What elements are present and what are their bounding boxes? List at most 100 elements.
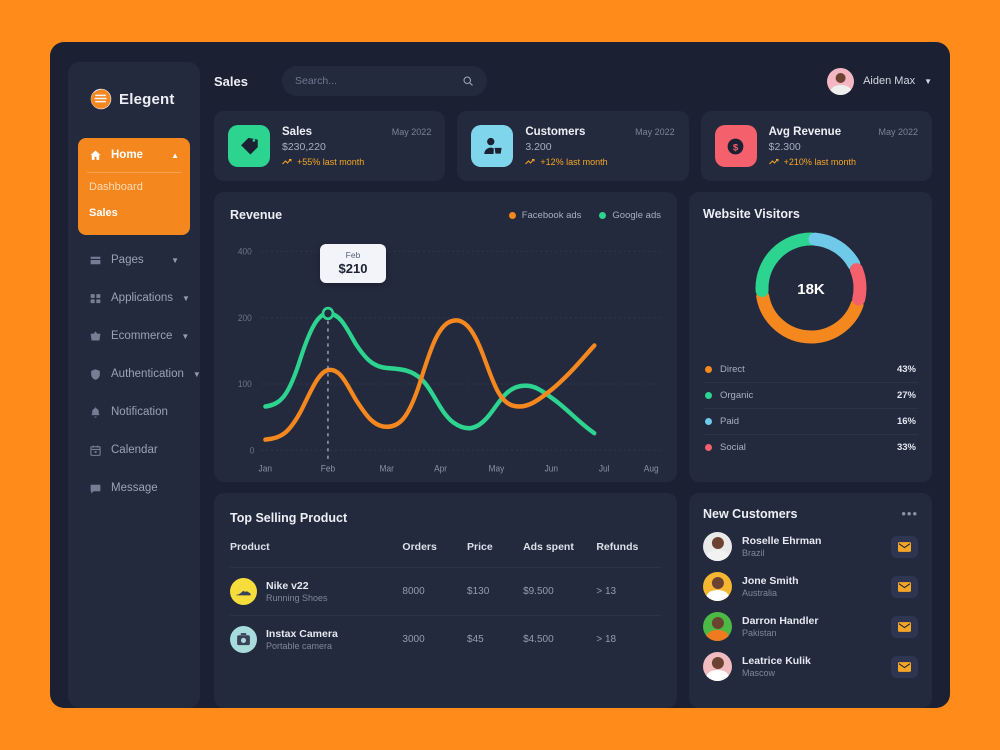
chart-tooltip-value: $210 — [338, 261, 368, 276]
stat-delta-sales: +55% last month — [282, 157, 431, 167]
visitors-label-social: Social — [720, 442, 746, 453]
page-title: Sales — [214, 73, 248, 89]
new-customers-header: New Customers ••• — [703, 507, 918, 521]
sidebar-item-label-authentication: Authentication — [111, 368, 184, 380]
sidebar-group-pages: Pages ▼ — [78, 243, 190, 277]
shoe-icon — [230, 578, 257, 605]
chart-hover-point — [321, 306, 335, 321]
mail-icon — [898, 581, 911, 592]
mail-button[interactable] — [891, 655, 918, 678]
visitors-dot-direct — [705, 366, 712, 373]
legend-item-facebook-ads[interactable]: Facebook ads — [508, 210, 581, 221]
list-item[interactable]: Roselle Ehrman Brazil — [703, 532, 918, 561]
sidebar-subitem-dashboard[interactable]: Dashboard — [87, 174, 181, 200]
list-item[interactable]: Leatrice Kulik Mascow — [703, 652, 918, 681]
avatar — [703, 652, 732, 681]
chevron-down-icon-authentication[interactable]: ▼ — [193, 370, 201, 379]
elegent-logo-icon — [90, 88, 112, 110]
user-menu[interactable]: Aiden Max ▼ — [827, 67, 932, 95]
top-selling-product-title: Top Selling Product — [230, 511, 348, 525]
revenue-header: Revenue Facebook ads Google ads — [230, 208, 661, 222]
bell-icon — [89, 406, 102, 419]
table-row[interactable]: Nike v22 Running Shoes 8000 $130 $9.500 … — [230, 567, 661, 616]
sidebar-item-pages[interactable]: Pages ▼ — [78, 243, 190, 277]
legend-item-google-ads[interactable]: Google ads — [599, 210, 661, 221]
mail-icon — [898, 541, 911, 552]
stat-card-sales[interactable]: Sales May 2022 $230,220 +55% last month — [214, 111, 446, 181]
website-visitors-title: Website Visitors — [703, 207, 800, 221]
mail-button[interactable] — [891, 535, 918, 558]
col-orders: Orders — [402, 541, 437, 553]
visitors-pct-organic: 27% — [896, 390, 916, 401]
xtick-may: May — [489, 463, 505, 473]
customer-location: Australia — [742, 588, 778, 598]
mail-button[interactable] — [891, 615, 918, 638]
chevron-up-icon[interactable]: ▲ — [171, 151, 179, 160]
chevron-down-icon-user[interactable]: ▼ — [924, 77, 932, 86]
cell-orders-nike: 8000 — [402, 567, 468, 616]
col-price: Price — [467, 541, 493, 553]
list-item[interactable]: Jone Smith Australia — [703, 572, 918, 601]
sidebar-group-home: Home ▲ Dashboard Sales — [78, 138, 190, 235]
new-customers-panel: New Customers ••• Roselle Ehrman Brazil — [689, 493, 932, 708]
visitors-label-direct: Direct — [720, 364, 745, 375]
sidebar-item-notification[interactable]: Notification — [78, 395, 190, 429]
avatar-body — [705, 549, 730, 561]
sidebar-item-message[interactable]: Message — [78, 471, 190, 505]
stat-value-avg-revenue: $2.300 — [768, 140, 801, 153]
sidebar-item-calendar[interactable]: Calendar — [78, 433, 190, 467]
chevron-down-icon-ecommerce[interactable]: ▼ — [181, 332, 189, 341]
ytick-200: 200 — [238, 313, 252, 323]
avatar-body — [705, 589, 730, 601]
products-header-row: Product Orders Price Ads spent Refunds — [230, 541, 661, 568]
visitors-row-organic[interactable]: Organic 27% — [703, 383, 918, 409]
customer-name: Darron Handler — [742, 615, 819, 627]
search-icon[interactable] — [462, 75, 474, 87]
visitors-dot-social — [705, 444, 712, 451]
customer-text: Jone Smith Australia — [742, 575, 799, 598]
donut-chart-svg: 18K — [755, 232, 866, 344]
cell-price-nike: $130 — [467, 567, 524, 616]
col-ads-spent: Ads spent — [523, 541, 574, 553]
basket-icon — [89, 330, 102, 343]
sidebar-item-label-ecommerce: Ecommerce — [111, 330, 173, 342]
more-options-icon[interactable]: ••• — [901, 507, 918, 520]
user-name: Aiden Max — [863, 75, 916, 87]
stat-card-avg-revenue[interactable]: $ Avg Revenue May 2022 $2.300 +210% last… — [700, 111, 932, 181]
table-row[interactable]: Instax Camera Portable camera 3000 $45 $… — [230, 615, 661, 663]
legend-label-google: Google ads — [612, 209, 661, 221]
stat-card-customers[interactable]: Customers May 2022 3.200 +12% last month — [457, 111, 689, 181]
sidebar-item-ecommerce[interactable]: Ecommerce ▼ — [78, 319, 190, 353]
search-box[interactable] — [281, 66, 487, 96]
xtick-jun: Jun — [545, 463, 559, 473]
sidebar-item-label-home: Home — [111, 149, 143, 161]
xtick-aug: Aug — [644, 463, 659, 473]
revenue-chart[interactable]: 400 200 100 0 Jan Feb Mar Apr May Jun Ju… — [230, 230, 661, 476]
visitors-row-paid[interactable]: Paid 16% — [703, 409, 918, 435]
sidebar-item-label-message: Message — [111, 482, 158, 494]
chevron-down-icon-applications[interactable]: ▼ — [182, 294, 190, 303]
search-input[interactable] — [294, 75, 454, 87]
sidebar-item-authentication[interactable]: Authentication ▼ — [78, 357, 201, 391]
sidebar-group-notification: Notification — [78, 395, 190, 429]
visitors-donut: 18K — [703, 225, 918, 351]
mail-button[interactable] — [891, 575, 918, 598]
visitors-legend-list: Direct 43% Organic 27% Paid 16% Social 3… — [703, 357, 918, 460]
revenue-panel: Revenue Facebook ads Google ads 400 200 … — [214, 192, 677, 482]
sidebar-item-applications[interactable]: Applications ▼ — [78, 281, 190, 315]
visitors-row-direct[interactable]: Direct 43% — [703, 357, 918, 383]
avatar-head — [711, 536, 724, 550]
visitors-dot-organic — [705, 392, 712, 399]
sidebar-subitem-sales[interactable]: Sales — [87, 200, 181, 226]
list-item[interactable]: Darron Handler Pakistan — [703, 612, 918, 641]
product-name: Nike v22 — [266, 580, 309, 592]
chevron-down-icon-pages[interactable]: ▼ — [171, 256, 179, 265]
stat-date-sales: May 2022 — [391, 126, 432, 137]
sidebar-item-home[interactable]: Home ▲ — [78, 138, 190, 172]
visitors-pct-direct: 43% — [896, 364, 916, 375]
visitors-row-social[interactable]: Social 33% — [703, 435, 918, 460]
brand-logo[interactable]: Elegent — [68, 80, 200, 110]
new-customers-title: New Customers — [703, 507, 798, 521]
series-google-ads-line — [263, 311, 597, 436]
camera-icon — [230, 626, 257, 653]
